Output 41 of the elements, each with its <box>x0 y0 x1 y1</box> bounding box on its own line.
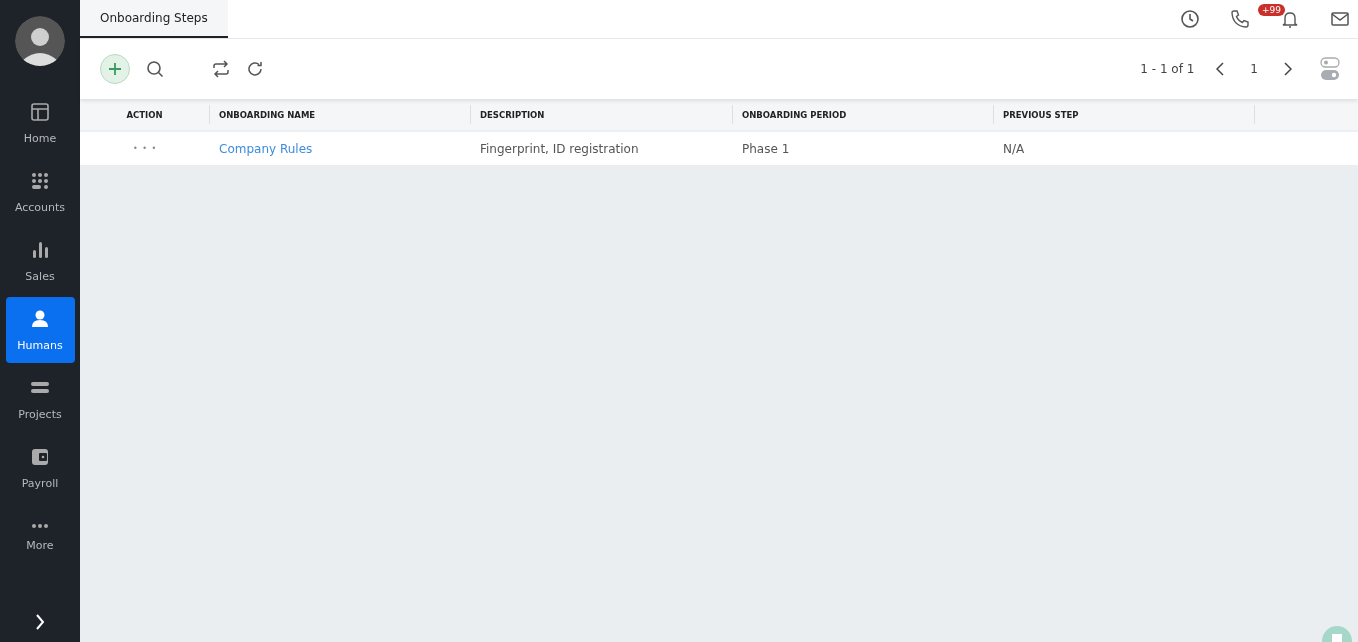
onboarding-name-link[interactable]: Company Rules <box>219 141 313 156</box>
avatar[interactable] <box>15 16 65 66</box>
next-page-icon[interactable] <box>1284 62 1292 76</box>
nav-item[interactable]: Projects <box>5 366 75 432</box>
nav-item[interactable]: Humans <box>5 297 75 363</box>
mail-icon[interactable] <box>1330 9 1350 29</box>
column-header[interactable]: DESCRIPTION <box>471 105 733 124</box>
page-number[interactable]: 1 <box>1250 62 1258 76</box>
plus-icon <box>108 62 122 76</box>
nav-item[interactable]: Payroll <box>5 435 75 501</box>
person-icon <box>30 308 50 329</box>
grid-icon <box>30 170 50 191</box>
column-header[interactable]: PREVIOUS STEP <box>994 105 1255 124</box>
nav-item[interactable]: Sales <box>5 228 75 294</box>
nav-item[interactable]: More <box>5 504 75 570</box>
table-cell: N/A <box>1003 141 1025 156</box>
pagination-range: 1 - 1 of 1 <box>1140 62 1195 76</box>
column-header[interactable]: ACTION <box>80 105 210 124</box>
row-actions-button[interactable]: • • • <box>132 144 158 153</box>
phone-icon[interactable] <box>1230 9 1250 29</box>
refresh-icon[interactable] <box>246 60 264 78</box>
tab[interactable]: Onboarding Steps <box>80 0 228 38</box>
notification-badge: +99 <box>1258 4 1285 16</box>
column-header[interactable]: ONBOARDING NAME <box>210 105 471 124</box>
wallet-icon <box>30 446 50 467</box>
previous-page-icon[interactable] <box>1216 62 1225 76</box>
bar-chart-icon <box>30 239 50 260</box>
add-button[interactable] <box>100 54 130 84</box>
swap-arrows-icon[interactable] <box>212 60 230 78</box>
layout-icon <box>30 101 50 122</box>
more-dots-icon <box>31 522 49 529</box>
bell-icon[interactable] <box>1280 9 1300 29</box>
table-cell: Fingerprint, ID registration <box>480 141 639 156</box>
expand-chevron-icon[interactable] <box>35 614 45 630</box>
toggle-settings-icon[interactable] <box>1320 57 1340 81</box>
table-cell: Phase 1 <box>742 141 790 156</box>
search-icon[interactable] <box>146 60 164 78</box>
clock-icon[interactable] <box>1180 9 1200 29</box>
nav-item[interactable]: Home <box>5 90 75 156</box>
nav-item[interactable]: Accounts <box>5 159 75 225</box>
column-header[interactable]: ONBOARDING PERIOD <box>733 105 994 124</box>
